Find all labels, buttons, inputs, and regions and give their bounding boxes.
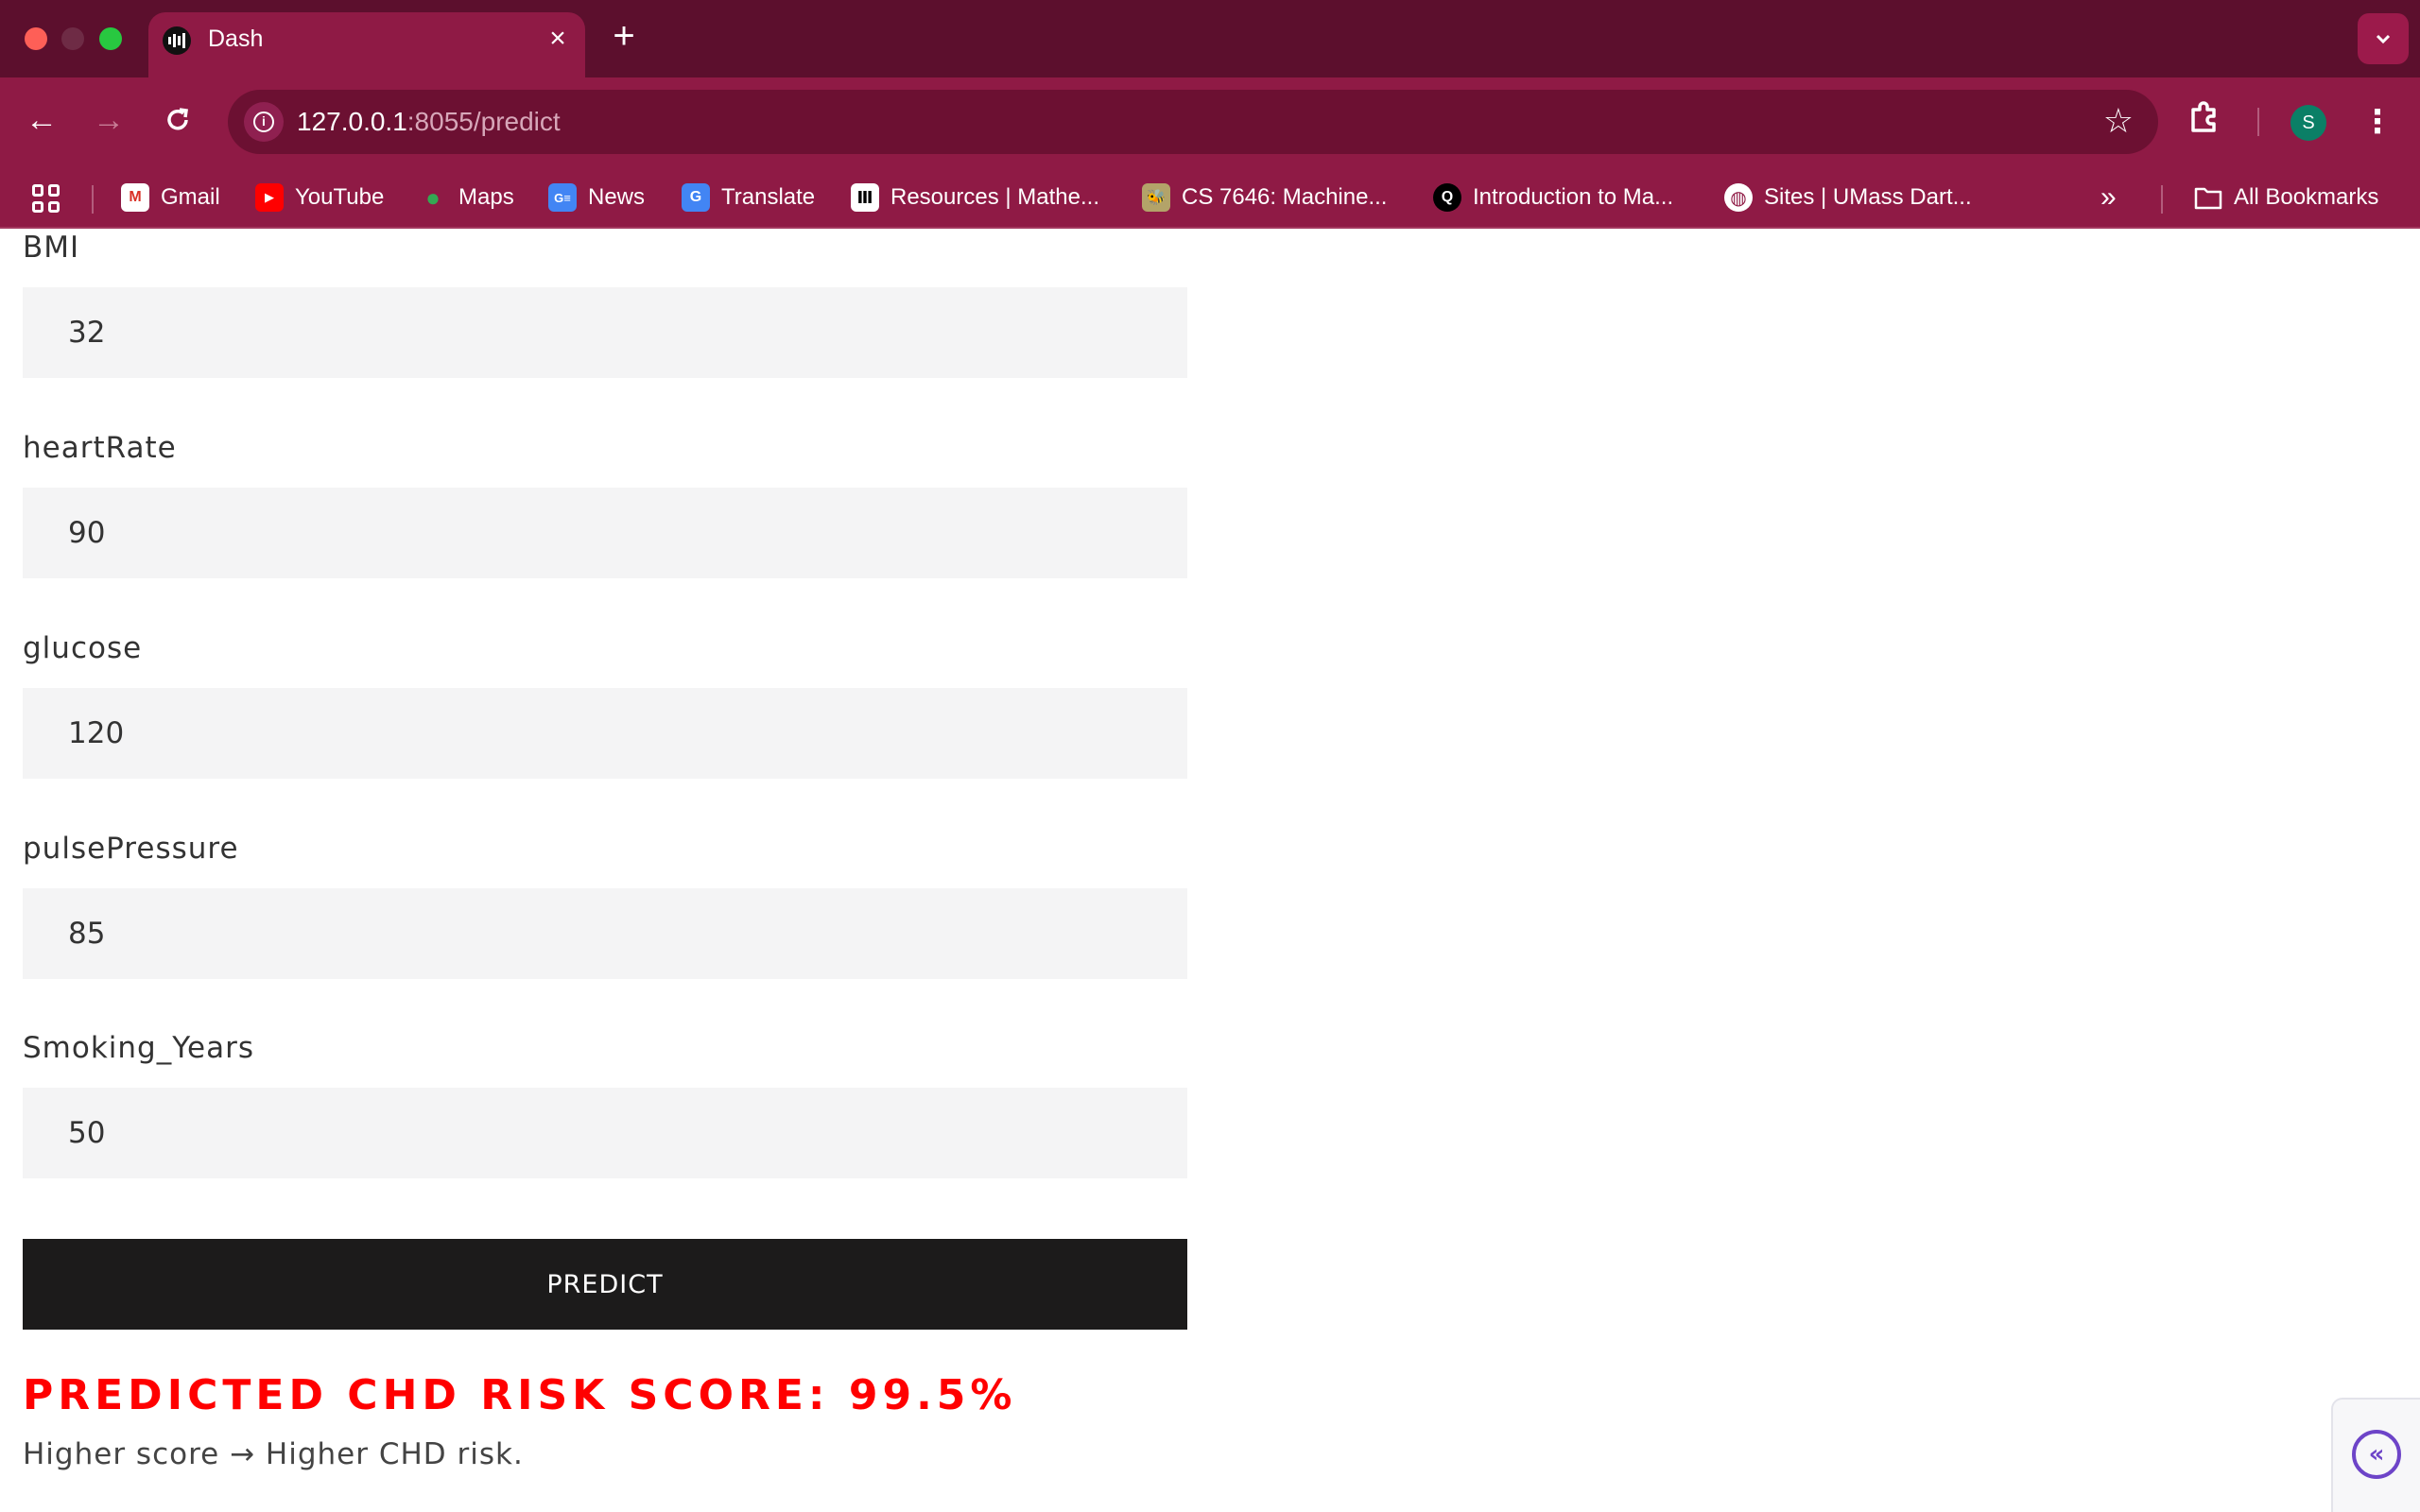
translate-icon: G xyxy=(682,183,710,212)
bmi-input[interactable] xyxy=(23,287,1187,378)
extensions-icon[interactable] xyxy=(2186,98,2233,146)
close-window-button[interactable] xyxy=(25,27,47,50)
browser-menu-button[interactable]: ⋮ xyxy=(2360,98,2394,146)
bookmark-resources[interactable]: Ⅲ Resources | Mathe... xyxy=(851,180,1099,215)
news-icon: G≡ xyxy=(548,183,577,212)
chevrons-left-icon: « xyxy=(2352,1430,2401,1479)
maximize-window-button[interactable] xyxy=(99,27,122,50)
all-bookmarks-button[interactable]: All Bookmarks xyxy=(2194,180,2378,215)
youtube-icon: ▶ xyxy=(255,183,284,212)
smoking-years-input[interactable] xyxy=(23,1088,1187,1178)
gmail-icon: M xyxy=(121,183,149,212)
tab-search-button[interactable] xyxy=(2358,13,2409,64)
profile-avatar[interactable]: S xyxy=(2290,105,2326,141)
cs7646-icon: 🐝 xyxy=(1142,183,1170,212)
dash-debug-menu-toggle[interactable]: « xyxy=(2331,1398,2420,1512)
bookmark-news[interactable]: G≡ News xyxy=(548,180,645,215)
site-info-icon[interactable]: i xyxy=(244,102,284,142)
globe-icon: ◍ xyxy=(1724,183,1753,212)
predicted-risk-score: PREDICTED CHD RISK SCORE: 99.5% xyxy=(23,1371,1017,1419)
close-tab-icon[interactable]: × xyxy=(542,23,574,55)
forward-button[interactable]: → xyxy=(85,96,132,144)
reload-icon xyxy=(167,108,188,130)
bookmark-intro[interactable]: Q Introduction to Ma... xyxy=(1433,180,1673,215)
address-bar[interactable]: i 127.0.0.1:8055/predict ☆ xyxy=(228,90,2158,154)
bookmarks-bar: M Gmail ▶ YouTube ● Maps G≡ News G Trans… xyxy=(0,166,2420,229)
bmi-label: BMI xyxy=(23,231,80,265)
tab-title: Dash xyxy=(208,26,264,52)
minimize-window-button[interactable] xyxy=(61,27,84,50)
bookmark-sites[interactable]: ◍ Sites | UMass Dart... xyxy=(1724,180,1972,215)
bookmark-translate[interactable]: G Translate xyxy=(682,180,815,215)
smoking-years-label: Smoking_Years xyxy=(23,1031,255,1065)
dash-favicon-icon xyxy=(163,26,191,55)
reload-button[interactable] xyxy=(154,96,201,144)
intro-icon: Q xyxy=(1433,183,1461,212)
browser-tab-active[interactable]: Dash × xyxy=(148,12,585,77)
dash-app-page: BMI heartRate glucose pulsePressure Smok… xyxy=(0,231,2420,1512)
risk-score-note: Higher score → Higher CHD risk. xyxy=(23,1437,524,1471)
bookmark-cs7646[interactable]: 🐝 CS 7646: Machine... xyxy=(1142,180,1387,215)
glucose-input[interactable] xyxy=(23,688,1187,779)
bookmark-maps[interactable]: ● Maps xyxy=(419,180,514,215)
pulsepressure-input[interactable] xyxy=(23,888,1187,979)
heartrate-input[interactable] xyxy=(23,488,1187,578)
more-bookmarks-chevron-icon[interactable]: » xyxy=(2100,180,2117,215)
apps-grid-icon[interactable] xyxy=(32,184,60,213)
glucose-label: glucose xyxy=(23,631,143,665)
heartrate-label: heartRate xyxy=(23,431,177,465)
bookmark-youtube[interactable]: ▶ YouTube xyxy=(255,180,384,215)
toolbar-divider xyxy=(2257,108,2259,136)
bookmark-gmail[interactable]: M Gmail xyxy=(121,180,220,215)
back-button[interactable]: ← xyxy=(18,96,65,144)
maps-icon: ● xyxy=(425,182,441,212)
bookmarks-divider xyxy=(92,185,94,214)
bookmark-star-icon[interactable]: ☆ xyxy=(2103,101,2134,141)
new-tab-button[interactable]: + xyxy=(605,17,643,55)
predict-button[interactable]: PREDICT xyxy=(23,1239,1187,1330)
browser-toolbar: ← → i 127.0.0.1:8055/predict ☆ S ⋮ xyxy=(0,77,2420,166)
url-text: 127.0.0.1:8055/predict xyxy=(297,107,561,136)
bookmarks-divider xyxy=(2161,185,2163,214)
folder-icon xyxy=(2194,183,2222,212)
pulsepressure-label: pulsePressure xyxy=(23,832,239,866)
browser-titlebar: Dash × + xyxy=(0,0,2420,77)
chevron-down-icon xyxy=(2376,34,2391,44)
resources-icon: Ⅲ xyxy=(851,183,879,212)
